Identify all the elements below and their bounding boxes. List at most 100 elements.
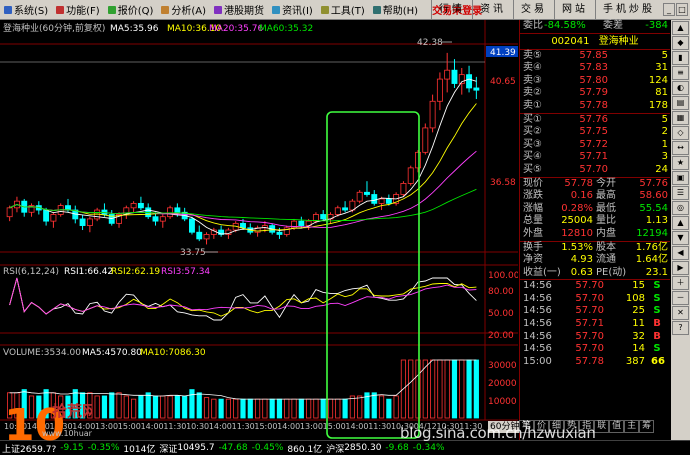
volume-bar [116, 392, 122, 419]
menu-item-label: 港股期货 [224, 6, 265, 17]
candle-body [86, 218, 93, 226]
stat-value: 12194 [636, 227, 668, 239]
order-volume: 5 [661, 113, 668, 125]
quote-tab[interactable]: 值 [609, 420, 625, 433]
menu-item[interactable]: 分析(A) [157, 0, 210, 20]
stats-block: 现价 57.78 今开 57.76 涨跌 0.16 最高 58.60 涨幅 0.28% 最低 55.5… [520, 176, 670, 241]
volume-bar [473, 359, 479, 419]
top-nav-button[interactable]: 交易 [513, 0, 554, 20]
volume-bar [182, 395, 188, 419]
toolbar-btn-20[interactable]: ✕ [672, 306, 689, 320]
menu-item[interactable]: 功能(F) [52, 0, 104, 20]
ma60-label: MA60:35.32 [259, 24, 313, 34]
price-axis-label: 36.58 [490, 178, 516, 188]
toolbar-btn-12[interactable]: ☰ [672, 186, 689, 200]
tick-side: S [653, 280, 661, 292]
toolbar-btn-4[interactable]: ≡ [672, 66, 689, 80]
quote-tab[interactable]: 筹 [639, 420, 655, 433]
watermark-site: blog.sina.com.cn/hzwuxian [400, 424, 596, 442]
volume-bar [371, 392, 377, 419]
tick-time: 14:56 [523, 280, 552, 292]
volume-bar [269, 398, 275, 419]
order-row: 卖③ 57.80 124 [520, 75, 670, 88]
toolbar-btn-8[interactable]: ◇ [672, 126, 689, 140]
tick-side: S [653, 343, 661, 355]
menu-item[interactable]: 帮助(H) [369, 0, 422, 20]
toolbar-btn-5[interactable]: ◐ [672, 81, 689, 95]
toolbar-btn-11[interactable]: ▣ [672, 171, 689, 185]
toolbar-btn-7[interactable]: ▦ [672, 111, 689, 125]
toolbar-btn-16[interactable]: ◀ [672, 246, 689, 260]
stat-label: 股本 [596, 241, 616, 253]
tick-price: 57.70 [575, 280, 604, 292]
candle-body [334, 207, 341, 215]
menu-item[interactable]: 报价(Q) [104, 0, 158, 20]
toolbar-btn-17[interactable]: ▶ [672, 261, 689, 275]
max-price-label: 42.38 [417, 38, 443, 48]
top-nav-button[interactable]: 行情 [431, 0, 472, 20]
quote-tab[interactable]: 主 [624, 420, 640, 433]
volume-bar [225, 398, 232, 419]
weicha-label: 委差 [603, 20, 623, 31]
toolbar-btn-6[interactable]: ▤ [672, 96, 689, 110]
volume-title: VOLUME:3534.00 [3, 348, 81, 358]
toolbar-btn-19[interactable]: － [672, 291, 689, 305]
volume-bar [131, 398, 137, 419]
maximize-icon[interactable]: □ [676, 3, 688, 16]
toolbar-btn-18[interactable]: ＋ [672, 276, 689, 290]
hs-change: -9.68 [385, 443, 409, 453]
candle-body [6, 207, 13, 218]
order-row: 卖⑤ 57.85 5 [520, 50, 670, 63]
top-nav-button[interactable]: 网站 [554, 0, 595, 20]
stat-value: 58.60 [639, 190, 668, 202]
order-price: 57.76 [579, 113, 608, 125]
toolbar-btn-9[interactable]: ↔ [672, 141, 689, 155]
toolbar-btn-10[interactable]: ★ [672, 156, 689, 170]
tick-volume: 11 [632, 318, 645, 330]
candle-body [451, 69, 458, 84]
kline-chart[interactable]: 登海种业(60分钟,前复权) MA5:35.96 MA10:36.10 MA20… [0, 20, 518, 440]
right-toolbar: ▲ ◆ ▮ ≡ ◐ ▤ ▦ ◇ ↔ ★ ▣ ☰ ◎ ▲ ▼ ◀ ▶ ＋ － ✕ … [671, 20, 690, 440]
volume-bar [109, 392, 115, 419]
quote-tab[interactable]: 联 [594, 420, 610, 433]
time-tick-label: 10:30 [186, 422, 209, 431]
menu-item[interactable]: 港股期货 [210, 0, 268, 20]
time-tick-label: 11:30 [163, 422, 186, 431]
menu-icon [214, 5, 223, 14]
rsi2-label: RSI2:62.19 [111, 267, 160, 277]
candle-body [283, 227, 290, 235]
top-nav-button[interactable]: 手机炒股 [595, 0, 662, 20]
rsi-axis-label: 50.00 [488, 309, 514, 319]
time-tick-label: 14:00 [141, 422, 164, 431]
status-bar: 上证2659.7? -9.15 -0.35% 1014亿 深证 10495.7 … [0, 440, 690, 455]
candle-body [473, 87, 480, 91]
volume-bar [160, 395, 166, 419]
toolbar-btn-1[interactable]: ▲ [672, 21, 689, 35]
volume-bar [430, 359, 436, 419]
stat-value: 0.28% [561, 202, 593, 214]
sz-index: 10495.7 [177, 443, 215, 453]
volume-bar [123, 395, 129, 419]
candle-body [276, 231, 283, 235]
tick-time: 14:56 [523, 330, 552, 342]
tick-price: 57.70 [575, 292, 604, 304]
minimize-icon[interactable]: _ [663, 3, 675, 16]
volume-bar [393, 395, 399, 419]
menu-item[interactable]: 资讯(I) [268, 0, 317, 20]
candle-body [159, 216, 166, 222]
toolbar-btn-13[interactable]: ◎ [672, 201, 689, 215]
chart-title: 登海种业(60分钟,前复权) [3, 22, 105, 34]
toolbar-btn-21[interactable]: ? [672, 321, 689, 335]
time-tick-label: 11:30 [368, 422, 391, 431]
menu-item-label: 帮助(H) [382, 6, 419, 17]
toolbar-btn-2[interactable]: ◆ [672, 36, 689, 50]
top-nav-button[interactable]: 资讯 [472, 0, 513, 20]
tick-time: 14:56 [523, 343, 552, 355]
toolbar-btn-14[interactable]: ▲ [672, 216, 689, 230]
menu-item[interactable]: 系统(S) [0, 0, 52, 20]
toolbar-btn-3[interactable]: ▮ [672, 51, 689, 65]
price-axis-label: 41.39 [490, 48, 516, 58]
toolbar-btn-15[interactable]: ▼ [672, 231, 689, 245]
tick-row: 14:56 57.71 11 B [520, 318, 670, 331]
menu-item[interactable]: 工具(T) [317, 0, 369, 20]
